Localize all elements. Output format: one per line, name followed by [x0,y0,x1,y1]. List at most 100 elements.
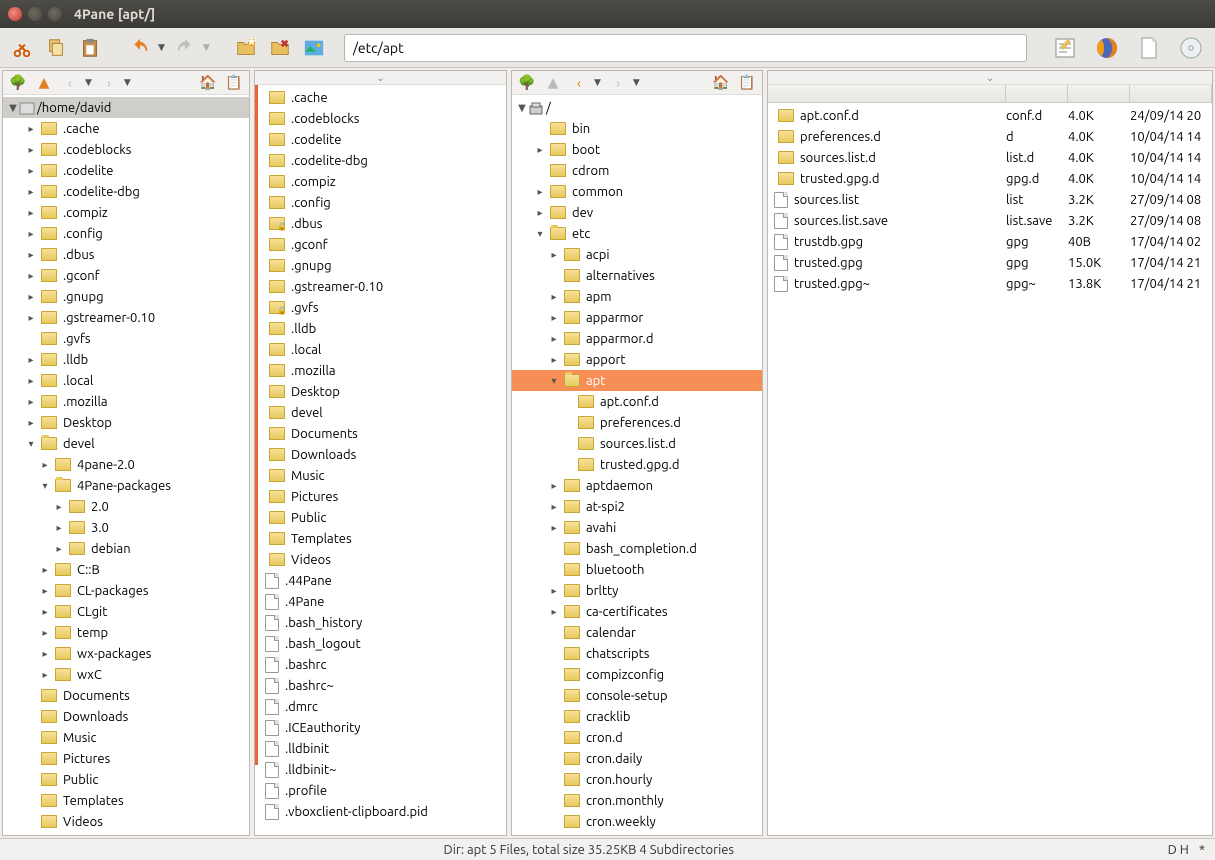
tree-item[interactable]: Pictures [3,748,249,769]
right-detail-content[interactable]: apt.conf.dconf.d4.0K24/09/14 20preferenc… [768,103,1212,835]
window-minimize-button[interactable] [28,7,42,21]
tree-item[interactable]: ▸.cache [3,118,249,139]
list-item[interactable]: .bash_logout [259,633,506,654]
tree-item[interactable]: Music [3,727,249,748]
tree-item[interactable]: ▸.codeblocks [3,139,249,160]
tree-item[interactable]: .gvfs [3,328,249,349]
notepad-icon[interactable] [1049,32,1081,64]
tree-item[interactable]: ▾apt [512,370,762,391]
tree-item[interactable]: ▸.codelite-dbg [3,181,249,202]
tree-item[interactable]: cracklib [512,706,762,727]
tree-item[interactable]: Videos [3,811,249,832]
list-item[interactable]: .4Pane [259,591,506,612]
detail-row[interactable]: sources.list.dlist.d4.0K10/04/14 14 [768,147,1212,168]
tree-item[interactable]: ▸.gconf [3,265,249,286]
tree-item[interactable]: ▾4Pane-packages [3,475,249,496]
tree-item[interactable]: ▸.dbus [3,244,249,265]
tree-item[interactable]: chatscripts [512,643,762,664]
tree-item[interactable]: ▸Desktop [3,412,249,433]
tree-item[interactable]: bin [512,118,762,139]
tree-item[interactable]: ▸apm [512,286,762,307]
list-item[interactable]: .lldb [259,318,506,339]
tree-item[interactable]: ▸wxC [3,664,249,685]
list-item[interactable]: .ICEauthority [259,717,506,738]
tree-item[interactable]: ▸.gnupg [3,286,249,307]
tree-item[interactable]: alternatives [512,265,762,286]
detail-row[interactable]: trusted.gpggpg15.0K17/04/14 21 [768,252,1212,273]
tree-item[interactable]: compizconfig [512,664,762,685]
list-item[interactable]: .bash_history [259,612,506,633]
redo-dropdown[interactable]: ▼ [203,42,210,53]
list-item[interactable]: .compiz [259,171,506,192]
list-item[interactable]: Downloads [259,444,506,465]
list-item[interactable]: .gnupg [259,255,506,276]
list-item[interactable]: devel [259,402,506,423]
detail-row[interactable]: trusted.gpg.dgpg.d4.0K10/04/14 14 [768,168,1212,189]
home-icon[interactable]: 🏠 [712,74,730,92]
tree-item[interactable]: ▸at-spi2 [512,496,762,517]
tree-item[interactable]: Templates [3,790,249,811]
tree-icon[interactable]: 🌳 [9,74,27,92]
list-item[interactable]: .gconf [259,234,506,255]
firefox-icon[interactable] [1091,32,1123,64]
list-item[interactable]: .codeblocks [259,108,506,129]
tree-item[interactable]: cron.d [512,727,762,748]
list-item[interactable]: .gvfs [259,297,506,318]
forward-icon[interactable]: › [609,74,627,92]
list-item[interactable]: .lldbinit [259,738,506,759]
tree-item[interactable]: bluetooth [512,559,762,580]
detail-row[interactable]: apt.conf.dconf.d4.0K24/09/14 20 [768,105,1212,126]
tree-item[interactable]: Public [3,769,249,790]
up-icon[interactable]: ▲ [544,74,562,92]
list-item[interactable]: .config [259,192,506,213]
tree-item[interactable]: ▸2.0 [3,496,249,517]
tree-item[interactable]: ▸wx-packages [3,643,249,664]
delete-folder-icon[interactable] [266,34,294,62]
tree-item[interactable]: ▸apparmor [512,307,762,328]
list-item[interactable]: .profile [259,780,506,801]
tree-item[interactable]: cdrom [512,160,762,181]
tree-item[interactable]: ▸acpi [512,244,762,265]
tree-item[interactable]: cron.hourly [512,769,762,790]
tree-item[interactable]: ▸temp [3,622,249,643]
tree-item[interactable]: ▸.gstreamer-0.10 [3,307,249,328]
list-item[interactable]: .gstreamer-0.10 [259,276,506,297]
new-folder-icon[interactable]: ★ [232,34,260,62]
redo-icon[interactable] [171,34,199,62]
left-list-collapse[interactable]: ⌄ [255,71,506,85]
tree-item[interactable]: ▸apport [512,349,762,370]
list-item[interactable]: .44Pane [259,570,506,591]
list-item[interactable]: Public [259,507,506,528]
window-close-button[interactable] [8,7,22,21]
list-item[interactable]: .codelite-dbg [259,150,506,171]
tree-item[interactable]: cron.weekly [512,811,762,832]
tree-item[interactable]: ▸.config [3,223,249,244]
tree-root[interactable]: ▼ / [512,97,762,118]
list-item[interactable]: .codelite [259,129,506,150]
list-item[interactable]: Documents [259,423,506,444]
home-icon[interactable]: 🏠 [199,74,217,92]
back-icon[interactable]: ‹ [61,74,79,92]
tree-item[interactable]: ▾etc [512,223,762,244]
tree-item[interactable]: console-setup [512,685,762,706]
tree-item[interactable]: ▸ca-certificates [512,601,762,622]
clipboard-icon[interactable]: 📋 [738,74,756,92]
paste-icon[interactable] [76,34,104,62]
path-input[interactable] [353,40,1018,56]
detail-row[interactable]: trustdb.gpggpg40B17/04/14 02 [768,231,1212,252]
tree-item[interactable]: ▸.compiz [3,202,249,223]
tree-root[interactable]: ▼ /home/david [3,97,249,118]
tree-item[interactable]: ▸.codelite [3,160,249,181]
list-item[interactable]: .lldbinit~ [259,759,506,780]
tree-item[interactable]: Downloads [3,706,249,727]
tree-item[interactable]: ▸C::B [3,559,249,580]
tree-item[interactable]: ▸.local [3,370,249,391]
list-item[interactable]: .mozilla [259,360,506,381]
list-item[interactable]: Desktop [259,381,506,402]
tree-item[interactable]: cron.daily [512,748,762,769]
detail-row[interactable]: preferences.dd4.0K10/04/14 14 [768,126,1212,147]
document-icon[interactable] [1133,32,1165,64]
left-tree-content[interactable]: ▼ /home/david ▸.cache▸.codeblocks▸.codel… [3,95,249,835]
tree-item[interactable]: ▸common [512,181,762,202]
tree-item[interactable]: ▸aptdaemon [512,475,762,496]
